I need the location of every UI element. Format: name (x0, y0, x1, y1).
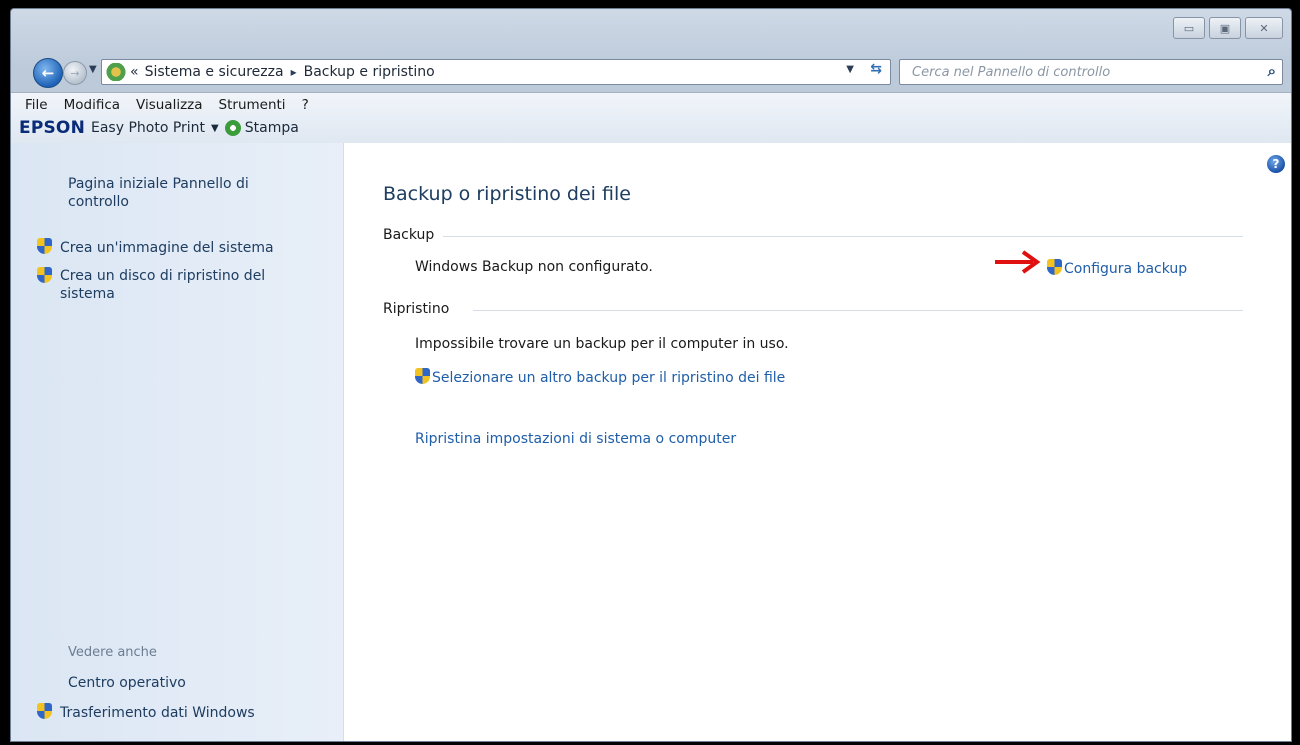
search-input[interactable] (910, 63, 1244, 81)
print-icon[interactable] (224, 120, 241, 136)
uac-shield-icon (1047, 259, 1062, 275)
backup-section-heading: Backup (383, 227, 435, 243)
chevron-down-icon[interactable]: ▼ (211, 123, 219, 134)
create-repair-disc-label: Crea un disco di ripristino del sistema (60, 268, 266, 302)
address-overflow-separator[interactable]: « (130, 64, 139, 80)
back-arrow-icon[interactable]: ← (33, 58, 63, 88)
create-repair-disc-link[interactable]: Crea un disco di ripristino del sistema (37, 267, 337, 303)
page-title: Backup o ripristino dei file (383, 183, 631, 205)
restore-section-heading: Ripristino (383, 301, 450, 317)
backup-status-text: Windows Backup non configurato. (415, 259, 653, 275)
menu-tools[interactable]: Strumenti (219, 97, 286, 113)
restore-section-divider (473, 310, 1243, 311)
uac-shield-icon (415, 368, 430, 384)
print-button[interactable]: Stampa (245, 120, 299, 136)
see-also-heading: Vedere anche (68, 645, 157, 660)
windows-easy-transfer-label: Trasferimento dati Windows (60, 705, 255, 721)
uac-shield-icon (37, 267, 52, 283)
action-center-link[interactable]: Centro operativo (68, 674, 186, 692)
easy-photo-print-button[interactable]: Easy Photo Print (91, 120, 205, 136)
create-system-image-link[interactable]: Crea un'immagine del sistema (37, 238, 337, 257)
create-system-image-label: Crea un'immagine del sistema (60, 240, 274, 256)
screenshot-frame: ▭ ▣ ✕ ← → ▼ « Sistema e sicurezza ▸ Back… (0, 0, 1300, 745)
help-icon[interactable]: ? (1267, 155, 1285, 173)
backup-section-divider (443, 236, 1243, 237)
red-arrow-icon (995, 250, 1041, 274)
select-other-backup-link[interactable]: Selezionare un altro backup per il ripri… (415, 368, 785, 386)
windows-easy-transfer-link[interactable]: Trasferimento dati Windows (37, 703, 337, 722)
content-area: Pagina iniziale Pannello di controllo Cr… (11, 143, 1291, 741)
select-other-backup-label: Selezionare un altro backup per il ripri… (432, 370, 786, 386)
search-icon[interactable]: ⌕ (1268, 62, 1276, 80)
configure-backup-label: Configura backup (1064, 261, 1188, 277)
menu-row: File Modifica Visualizza Strumenti ? (25, 97, 309, 113)
main-panel: Backup o ripristino dei file Backup Wind… (383, 143, 1263, 741)
menu-edit[interactable]: Modifica (64, 97, 120, 113)
history-dropdown-icon[interactable]: ▼ (89, 64, 97, 75)
uac-shield-icon (37, 238, 52, 254)
restore-status-text: Impossibile trovare un backup per il com… (415, 336, 789, 352)
menu-view[interactable]: Visualizza (136, 97, 203, 113)
menu-help[interactable]: ? (302, 97, 309, 113)
menubar: File Modifica Visualizza Strumenti ? EPS… (11, 92, 1291, 143)
control-panel-window: ▭ ▣ ✕ ← → ▼ « Sistema e sicurezza ▸ Back… (10, 8, 1292, 742)
breadcrumb-backup-restore[interactable]: Backup e ripristino (304, 64, 435, 80)
breadcrumb-system-security[interactable]: Sistema e sicurezza (145, 64, 284, 80)
address-row: ← → ▼ « Sistema e sicurezza ▸ Backup e r… (11, 57, 1291, 88)
caption-buttons: ▭ ▣ ✕ (1173, 17, 1283, 39)
minimize-button[interactable]: ▭ (1173, 17, 1205, 39)
control-panel-home-link[interactable]: Pagina iniziale Pannello di controllo (68, 175, 308, 211)
maximize-button[interactable]: ▣ (1209, 17, 1241, 39)
refresh-icon[interactable]: ⇆ (870, 61, 882, 77)
configure-backup-link[interactable]: Configura backup (1047, 259, 1187, 277)
left-navigation-pane: Pagina iniziale Pannello di controllo Cr… (11, 143, 344, 741)
epson-logo: EPSON (19, 118, 85, 138)
forward-arrow-icon[interactable]: → (63, 61, 87, 85)
breadcrumb-separator[interactable]: ▸ (291, 65, 297, 79)
search-box[interactable]: ⌕ (899, 59, 1283, 85)
uac-shield-icon (37, 703, 52, 719)
control-panel-icon (106, 63, 126, 81)
restore-system-settings-link[interactable]: Ripristina impostazioni di sistema o com… (415, 431, 736, 447)
menu-file[interactable]: File (25, 97, 48, 113)
close-button[interactable]: ✕ (1245, 17, 1283, 39)
address-dropdown-icon[interactable]: ▼ (846, 64, 854, 75)
epson-toolbar: EPSON Easy Photo Print ▼ Stampa (19, 118, 299, 138)
address-bar[interactable]: « Sistema e sicurezza ▸ Backup e riprist… (101, 59, 891, 85)
